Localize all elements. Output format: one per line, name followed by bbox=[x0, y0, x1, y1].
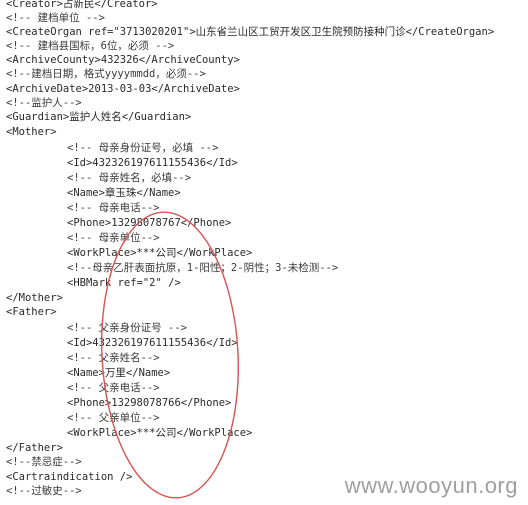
code-line: <!-- 父亲姓名--> bbox=[67, 352, 160, 364]
code-line: <!-- 父亲单位--> bbox=[67, 412, 160, 424]
code-line: <!-- 父亲电话--> bbox=[67, 382, 160, 394]
code-line: <Phone>13298078766</Phone> bbox=[67, 397, 232, 409]
code-line: <CreateOrgan ref="3713020201">山东省兰山区工贸开发… bbox=[6, 26, 495, 38]
code-line: <!-- 父亲身份证号 --> bbox=[67, 322, 187, 334]
code-line: <!--禁忌症--> bbox=[6, 456, 82, 468]
code-line: <ArchiveCounty>432326</ArchiveCounty> bbox=[6, 54, 240, 66]
code-line: <Cartraindication /> bbox=[6, 471, 133, 483]
code-line: <ArchiveDate>2013-03-03</ArchiveDate> bbox=[6, 83, 240, 95]
code-line: <Name>章玉珠</Name> bbox=[67, 187, 181, 199]
code-line: <!--建档日期，格式yyyymmdd，必须--> bbox=[6, 68, 206, 80]
code-line: <Guardian>监护人姓名</Guardian> bbox=[6, 111, 192, 123]
code-line: <HBMark ref="2" /> bbox=[67, 277, 181, 289]
code-line: <Name>万里</Name> bbox=[67, 367, 171, 379]
code-line: <!--过敏史--> bbox=[6, 485, 82, 497]
code-line: <Id>432326197611155436</Id> bbox=[67, 337, 238, 349]
code-line: <!-- 建档县国标，6位，必须 --> bbox=[6, 40, 175, 52]
code-line: <WorkPlace>***公司</WorkPlace> bbox=[67, 427, 253, 439]
code-line: <!-- 母亲电话--> bbox=[67, 202, 160, 214]
code-line: </Mother> bbox=[6, 292, 63, 304]
watermark-text: www.wooyun.org bbox=[344, 473, 518, 498]
code-line: <!-- 建档单位 --> bbox=[6, 12, 105, 24]
code-line: <!-- 母亲单位--> bbox=[67, 232, 160, 244]
code-line: <!--监护人--> bbox=[6, 97, 82, 109]
code-line: <!-- 母亲身份证号，必填 --> bbox=[67, 142, 219, 154]
code-line: <WorkPlace>***公司</WorkPlace> bbox=[67, 247, 253, 259]
code-line: <!--母亲乙肝表面抗原，1-阳性；2-阴性；3-未检测--> bbox=[67, 262, 339, 274]
code-line: <Id>432326197611155436</Id> bbox=[67, 157, 238, 169]
code-line: <Father> bbox=[6, 306, 57, 318]
code-line: <Phone>13298078767</Phone> bbox=[67, 217, 232, 229]
code-line: <Mother> bbox=[6, 126, 57, 138]
code-line: </Father> bbox=[6, 442, 63, 454]
code-line: <!-- 母亲姓名，必填--> bbox=[67, 172, 192, 184]
code-line: <Creator>占新民</Creator> bbox=[6, 0, 158, 10]
